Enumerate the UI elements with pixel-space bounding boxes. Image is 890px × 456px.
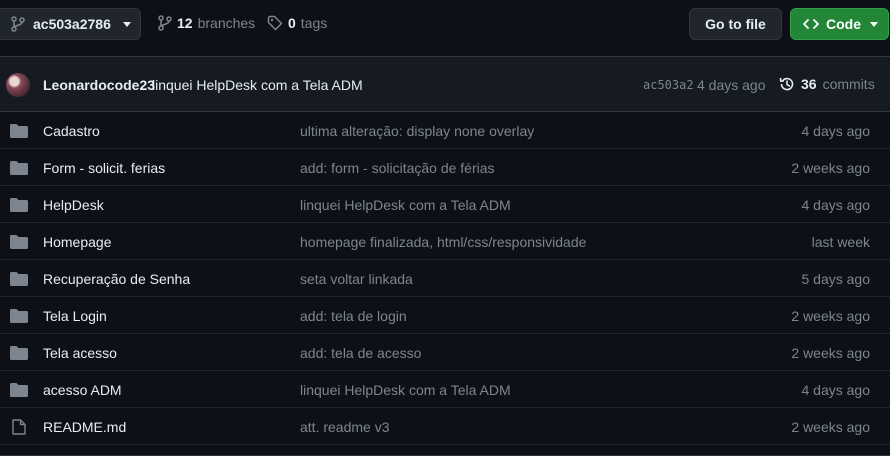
file-name[interactable]: Cadastro: [43, 123, 100, 139]
commit-message[interactable]: linquei HelpDesk com a Tela ADM: [152, 77, 363, 93]
commits-label: commits: [822, 76, 875, 92]
go-to-file-button[interactable]: Go to file: [689, 8, 782, 40]
file-name[interactable]: Homepage: [43, 234, 112, 250]
branch-selector-button[interactable]: ac503a2786: [0, 8, 141, 40]
commit-author[interactable]: Leonardocode23: [43, 77, 155, 93]
file-row[interactable]: Recuperação de Senha seta voltar linkada…: [0, 260, 890, 297]
caret-down-icon: [122, 21, 131, 27]
folder-icon: [10, 124, 28, 138]
branches-count: 12: [177, 15, 193, 31]
code-icon: [803, 16, 819, 32]
file-row[interactable]: acesso ADM linquei HelpDesk com a Tela A…: [0, 371, 890, 408]
file-name[interactable]: Form - solicit. ferias: [43, 160, 165, 176]
file-browser: Leonardocode23 linquei HelpDesk com a Te…: [0, 56, 890, 456]
file-commit-message[interactable]: add: form - solicitação de férias: [300, 160, 495, 176]
folder-icon: [10, 161, 28, 175]
file-commit-message[interactable]: linquei HelpDesk com a Tela ADM: [300, 382, 511, 398]
file-commit-message[interactable]: linquei HelpDesk com a Tela ADM: [300, 197, 511, 213]
tag-icon: [267, 15, 283, 31]
caret-down-icon: [870, 21, 878, 27]
file-row[interactable]: Form - solicit. ferias add: form - solic…: [0, 149, 890, 186]
branches-link[interactable]: 12 branches: [158, 15, 255, 31]
commit-time: 4 days ago: [697, 77, 766, 93]
tags-count: 0: [288, 15, 296, 31]
folder-icon: [10, 346, 28, 360]
file-list: Cadastro ultima alteração: display none …: [0, 112, 890, 445]
file-commit-age: 2 weeks ago: [791, 419, 870, 435]
code-button[interactable]: Code: [790, 8, 889, 40]
file-commit-message[interactable]: add: tela de login: [300, 308, 407, 324]
file-commit-age: 2 weeks ago: [791, 160, 870, 176]
file-name[interactable]: HelpDesk: [43, 197, 104, 213]
commit-sha[interactable]: ac503a2: [643, 78, 694, 92]
file-row[interactable]: HelpDesk linquei HelpDesk com a Tela ADM…: [0, 186, 890, 223]
file-name[interactable]: Tela Login: [43, 308, 107, 324]
file-row[interactable]: Tela acesso add: tela de acesso 2 weeks …: [0, 334, 890, 371]
commits-history-link[interactable]: 36 commits: [779, 76, 875, 92]
file-commit-age: 5 days ago: [801, 271, 871, 287]
folder-icon: [10, 198, 28, 212]
file-row[interactable]: Tela Login add: tela de login 2 weeks ag…: [0, 297, 890, 334]
folder-icon: [10, 309, 28, 323]
history-icon: [779, 76, 795, 92]
folder-icon: [10, 272, 28, 286]
tags-label: tags: [300, 15, 328, 31]
file-commit-message[interactable]: seta voltar linkada: [300, 271, 413, 287]
tags-link[interactable]: 0 tags: [267, 15, 327, 31]
file-commit-age: 4 days ago: [801, 197, 871, 213]
folder-icon: [10, 235, 28, 249]
file-row[interactable]: Cadastro ultima alteração: display none …: [0, 112, 890, 149]
file-commit-age: 2 weeks ago: [791, 308, 870, 324]
repo-toolbar: ac503a2786 12 branches 0 tags Go to file…: [0, 0, 890, 48]
file-commit-age: 2 weeks ago: [791, 345, 870, 361]
file-commit-message[interactable]: add: tela de acesso: [300, 345, 421, 361]
file-row[interactable]: Homepage homepage finalizada, html/css/r…: [0, 223, 890, 260]
avatar[interactable]: [6, 73, 30, 97]
file-name[interactable]: Recuperação de Senha: [43, 271, 190, 287]
git-branch-icon: [11, 16, 25, 32]
code-button-label: Code: [826, 16, 861, 32]
file-commit-age: 4 days ago: [801, 382, 871, 398]
folder-icon: [10, 383, 28, 397]
branches-label: branches: [197, 15, 256, 31]
file-name[interactable]: Tela acesso: [43, 345, 117, 361]
commits-count: 36: [801, 76, 817, 92]
file-icon: [12, 419, 26, 435]
latest-commit-bar: Leonardocode23 linquei HelpDesk com a Te…: [0, 57, 890, 112]
file-commit-message[interactable]: homepage finalizada, html/css/responsivi…: [300, 234, 586, 250]
file-commit-age: last week: [811, 234, 870, 250]
file-commit-age: 4 days ago: [801, 123, 871, 139]
file-row[interactable]: README.md att. readme v3 2 weeks ago: [0, 408, 890, 445]
git-branch-icon: [158, 15, 172, 31]
file-commit-message[interactable]: ultima alteração: display none overlay: [300, 123, 534, 139]
file-name[interactable]: acesso ADM: [43, 382, 122, 398]
file-name[interactable]: README.md: [43, 419, 126, 435]
branch-name: ac503a2786: [33, 16, 111, 32]
file-commit-message[interactable]: att. readme v3: [300, 419, 390, 435]
